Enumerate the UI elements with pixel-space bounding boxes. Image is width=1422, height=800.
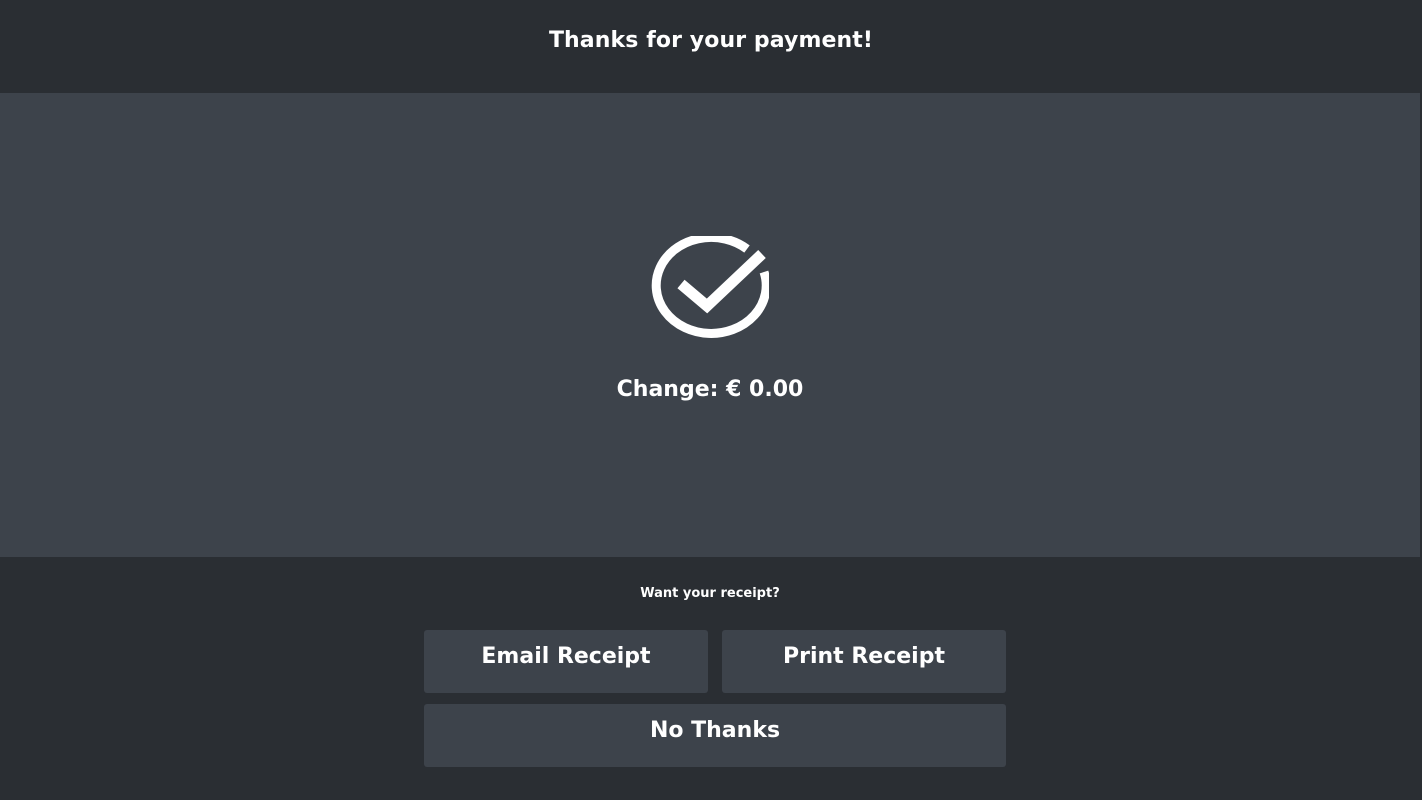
check-circle-icon (649, 232, 771, 344)
print-receipt-label: Print Receipt (783, 644, 945, 669)
header-bar: Thanks for your payment! (0, 0, 1422, 93)
no-thanks-button[interactable]: No Thanks (424, 704, 1006, 767)
print-receipt-button[interactable]: Print Receipt (722, 630, 1006, 693)
no-thanks-label: No Thanks (649, 718, 781, 743)
email-receipt-label: Email Receipt (481, 644, 651, 669)
payment-complete-screen: Thanks for your payment! Change: € 0.00 … (0, 0, 1422, 800)
receipt-prompt: Want your receipt? (640, 586, 780, 601)
email-receipt-button[interactable]: Email Receipt (424, 630, 708, 693)
page-title: Thanks for your payment! (548, 28, 874, 53)
payment-status-panel: Change: € 0.00 (0, 93, 1420, 557)
change-amount: Change: € 0.00 (616, 377, 804, 402)
